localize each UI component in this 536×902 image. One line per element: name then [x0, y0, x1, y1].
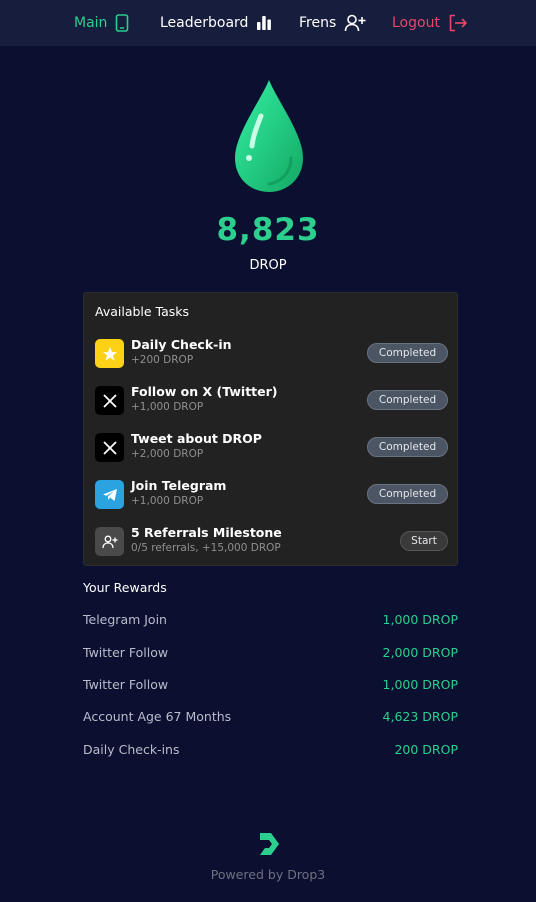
reward-label: Daily Check-ins	[83, 742, 180, 757]
task-row: Follow on X (Twitter) +1,000 DROP Comple…	[84, 382, 459, 422]
task-completed-button[interactable]: Completed	[367, 343, 448, 363]
task-reward: +200 DROP	[131, 354, 194, 366]
reward-row: Twitter Follow 1,000 DROP	[83, 677, 458, 697]
balance-unit: DROP	[249, 258, 287, 273]
nav-main-label: Main	[74, 15, 108, 31]
reward-amount: 200 DROP	[394, 742, 458, 757]
task-name: 5 Referrals Milestone	[131, 525, 282, 540]
rewards-title: Your Rewards	[83, 580, 167, 595]
powered-by-text: Powered by Drop3	[210, 867, 326, 882]
task-name: Follow on X (Twitter)	[131, 384, 278, 399]
reward-amount: 2,000 DROP	[382, 645, 458, 660]
task-name: Daily Check-in	[131, 337, 232, 352]
task-start-button[interactable]: Start	[400, 531, 448, 551]
task-completed-button[interactable]: Completed	[367, 437, 448, 457]
task-row: Join Telegram +1,000 DROP Completed	[84, 476, 459, 516]
reward-row: Telegram Join 1,000 DROP	[83, 612, 458, 632]
top-nav: Main Leaderboard Frens Logout	[0, 0, 536, 46]
nav-leaderboard[interactable]: Leaderboard	[160, 0, 272, 46]
reward-row: Twitter Follow 2,000 DROP	[83, 645, 458, 665]
drop-logo-icon	[235, 80, 303, 192]
logout-icon	[449, 14, 467, 32]
task-completed-button[interactable]: Completed	[367, 484, 448, 504]
nav-frens[interactable]: Frens	[299, 0, 366, 46]
user-plus-icon	[95, 527, 124, 556]
reward-row: Account Age 67 Months 4,623 DROP	[83, 709, 458, 729]
reward-label: Twitter Follow	[83, 645, 169, 660]
telegram-icon	[95, 480, 124, 509]
balance-value: 8,823	[216, 212, 320, 248]
task-reward: +1,000 DROP	[131, 401, 204, 413]
reward-amount: 1,000 DROP	[382, 612, 458, 627]
reward-amount: 1,000 DROP	[382, 677, 458, 692]
task-row: 5 Referrals Milestone 0/5 referrals, +15…	[84, 523, 459, 563]
task-name: Tweet about DROP	[131, 431, 262, 446]
user-plus-icon	[344, 14, 366, 32]
task-row: Daily Check-in +200 DROP Completed	[84, 335, 459, 375]
phone-icon	[116, 14, 129, 32]
nav-frens-label: Frens	[299, 15, 337, 31]
task-reward: 0/5 referrals, +15,000 DROP	[131, 542, 281, 554]
task-completed-button[interactable]: Completed	[367, 390, 448, 410]
star-icon	[95, 339, 124, 368]
task-reward: +1,000 DROP	[131, 495, 204, 507]
x-logo-icon	[95, 433, 124, 462]
bar-chart-icon	[257, 16, 272, 30]
task-row: Tweet about DROP +2,000 DROP Completed	[84, 429, 459, 469]
x-logo-icon	[95, 386, 124, 415]
task-reward: +2,000 DROP	[131, 448, 204, 460]
tasks-title: Available Tasks	[95, 304, 190, 319]
tasks-panel: Available Tasks Daily Check-in +200 DROP…	[83, 292, 458, 566]
reward-amount: 4,623 DROP	[382, 709, 458, 724]
reward-label: Account Age 67 Months	[83, 709, 232, 724]
reward-label: Telegram Join	[83, 612, 167, 627]
nav-main[interactable]: Main	[74, 0, 129, 46]
reward-row: Daily Check-ins 200 DROP	[83, 742, 458, 762]
drop3-logo-icon	[260, 833, 279, 855]
task-name: Join Telegram	[131, 478, 227, 493]
reward-label: Twitter Follow	[83, 677, 169, 692]
nav-leaderboard-label: Leaderboard	[160, 15, 249, 31]
nav-logout[interactable]: Logout	[392, 0, 468, 46]
nav-logout-label: Logout	[392, 15, 440, 31]
